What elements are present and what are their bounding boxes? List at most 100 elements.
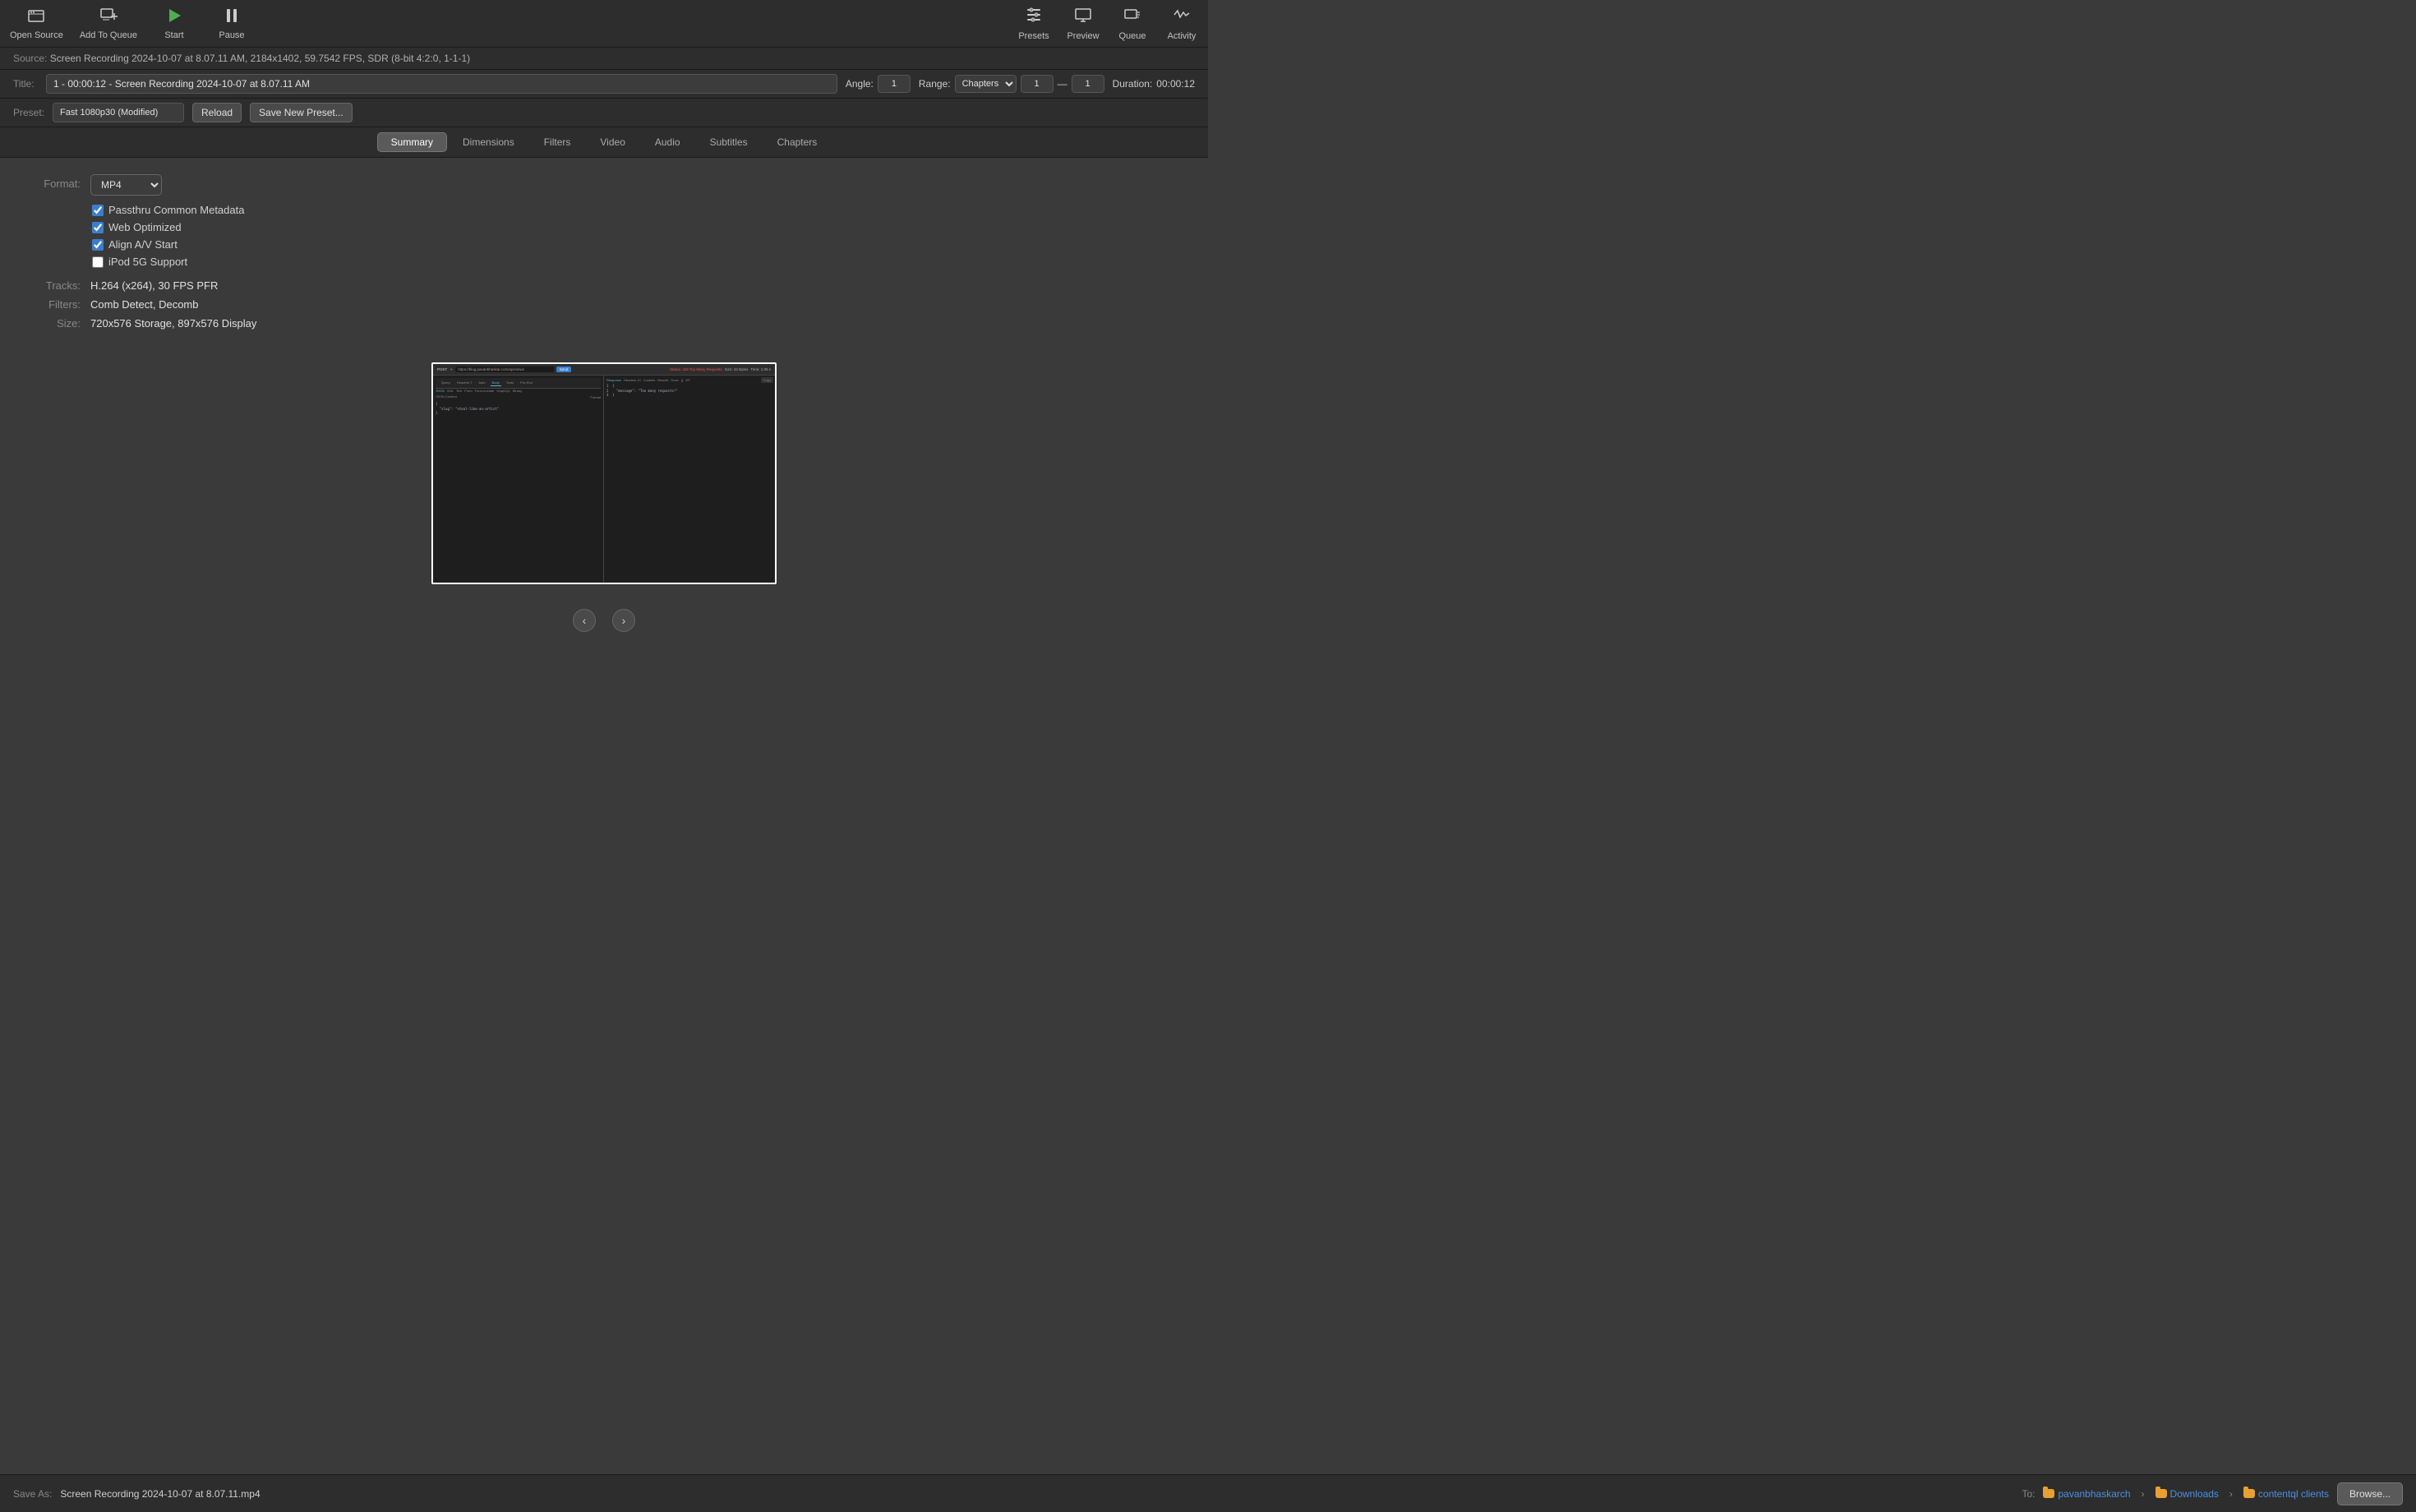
checkbox-web-optimized[interactable]: Web Optimized: [92, 221, 244, 233]
api-resp-tab-response: Response: [606, 378, 621, 382]
path-folder-1: pavanbhaskarch: [2043, 1488, 2130, 1500]
api-top-bar: POST ▼ https://blog.pavanbhaskar.com/api…: [433, 364, 775, 376]
save-filename: Screen Recording 2024-10-07 at 8.07.11.m…: [60, 1488, 1997, 1500]
api-body: Query Headers 7 Auth Body Tests Pre-Run …: [433, 376, 775, 583]
toolbar: Open Source Add To Queue Start Pause: [0, 0, 1208, 48]
presets-icon: [1025, 6, 1043, 29]
preset-select[interactable]: Fast 1080p30 (Modified): [53, 103, 184, 122]
preset-label: Preset:: [13, 107, 44, 118]
pause-button[interactable]: Pause: [211, 7, 252, 40]
queue-icon: [1123, 6, 1141, 29]
activity-button[interactable]: Activity: [1165, 6, 1198, 41]
path-label-2: Downloads: [2170, 1488, 2219, 1500]
save-bar: Save As: Screen Recording 2024-10-07 at …: [0, 1474, 2416, 1512]
checkbox-align-av-label: Align A/V Start: [108, 238, 178, 251]
api-size: Size: 42 Bytes: [725, 367, 749, 371]
browse-button[interactable]: Browse...: [2337, 1482, 2403, 1505]
folder-icon-1: [2043, 1489, 2054, 1498]
path-folder-3: contentql clients: [2243, 1488, 2329, 1500]
api-tab-query: Query: [440, 380, 452, 386]
save-new-preset-button[interactable]: Save New Preset...: [250, 103, 353, 122]
preview-frame: POST ▼ https://blog.pavanbhaskar.com/api…: [431, 362, 777, 584]
filters-label: Filters:: [25, 298, 90, 311]
api-subtab-xml: XML: [447, 389, 454, 393]
tab-video[interactable]: Video: [586, 132, 639, 152]
checkbox-passthru-input[interactable]: [92, 205, 104, 216]
to-label: To:: [2022, 1488, 2035, 1500]
range-from[interactable]: [1021, 75, 1054, 93]
activity-label: Activity: [1168, 31, 1196, 41]
tab-bar: Summary Dimensions Filters Video Audio S…: [0, 127, 1208, 158]
activity-icon: [1173, 6, 1191, 29]
angle-label: Angle:: [846, 78, 874, 90]
source-label: Source:: [13, 53, 47, 64]
preview-area: POST ▼ https://blog.pavanbhaskar.com/api…: [25, 346, 1183, 601]
checkbox-web-optimized-input[interactable]: [92, 222, 104, 233]
path-label-3: contentql clients: [2258, 1488, 2329, 1500]
api-tabs-row: Query Headers 7 Auth Body Tests Pre-Run: [436, 378, 601, 389]
api-request-code: { "slug": "steal-like-an-artist" }: [436, 402, 601, 416]
api-resp-tab-cookies: Cookies: [643, 378, 655, 382]
prev-arrow[interactable]: ‹: [573, 609, 596, 632]
checkbox-ipod-input[interactable]: [92, 256, 104, 268]
pause-label: Pause: [219, 30, 244, 40]
navigation-arrows: ‹ ›: [25, 601, 1183, 640]
open-source-label: Open Source: [10, 30, 63, 40]
tab-audio[interactable]: Audio: [641, 132, 694, 152]
toolbar-right: Presets Preview Queue: [1017, 6, 1198, 41]
api-status: Status: 429 Too Many Requests: [670, 367, 722, 371]
preview-button[interactable]: Preview: [1067, 6, 1100, 41]
checkbox-group: Passthru Common Metadata Web Optimized A…: [92, 204, 244, 268]
tab-summary[interactable]: Summary: [377, 132, 447, 152]
start-button[interactable]: Start: [154, 7, 195, 40]
api-subtab-formencode: Form-encode: [475, 389, 495, 393]
api-url: https://blog.pavanbhaskar.com/api/views: [455, 366, 554, 372]
api-tab-auth: Auth: [477, 380, 486, 386]
folder-icon-2: [2155, 1489, 2167, 1498]
checkbox-align-av[interactable]: Align A/V Start: [92, 238, 244, 251]
tab-subtitles[interactable]: Subtitles: [696, 132, 762, 152]
add-to-queue-icon: [99, 7, 118, 28]
filters-value: Comb Detect, Decomb: [90, 298, 199, 311]
folder-icon-3: [2243, 1489, 2255, 1498]
range-to[interactable]: [1072, 75, 1104, 93]
api-tab-body: Body: [491, 380, 501, 386]
api-copy-button[interactable]: Copy: [761, 377, 773, 383]
api-tab-tests: Tests: [505, 380, 515, 386]
range-area: Range: Chapters Seconds Frames —: [919, 75, 1104, 93]
queue-button[interactable]: Queue: [1116, 6, 1149, 41]
api-response-code: 1 { 2 "message": "Too many requests!" 3 …: [606, 384, 772, 398]
title-label: Title:: [13, 78, 38, 90]
api-resp-tab-docs: Docs: [671, 378, 679, 382]
title-input[interactable]: [46, 74, 837, 94]
preview-label: Preview: [1067, 31, 1099, 41]
next-arrow[interactable]: ›: [612, 609, 635, 632]
size-label: Size:: [25, 317, 90, 330]
api-subtab-graphql: GraphQL: [496, 389, 509, 393]
open-source-button[interactable]: Open Source: [10, 7, 63, 40]
checkbox-align-av-input[interactable]: [92, 239, 104, 251]
tab-chapters[interactable]: Chapters: [763, 132, 832, 152]
api-sub-tabs: JSON XML Text Form Form-encode GraphQL B…: [436, 389, 601, 393]
source-value: Screen Recording 2024-10-07 at 8.07.11 A…: [50, 53, 470, 64]
tab-filters[interactable]: Filters: [530, 132, 585, 152]
api-resp-tab-sp: SP: [685, 378, 689, 382]
checkbox-passthru[interactable]: Passthru Common Metadata: [92, 204, 244, 216]
tab-dimensions[interactable]: Dimensions: [449, 132, 528, 152]
add-to-queue-label: Add To Queue: [80, 30, 137, 40]
queue-label: Queue: [1118, 31, 1146, 41]
presets-button[interactable]: Presets: [1017, 6, 1050, 41]
checkbox-ipod[interactable]: iPod 5G Support: [92, 256, 244, 268]
angle-spinner[interactable]: [878, 75, 911, 93]
api-response-tabs: Response Headers 10 Cookies Results Docs…: [606, 378, 772, 382]
api-resp-tab-braces: {}: [681, 378, 684, 382]
range-select[interactable]: Chapters Seconds Frames: [955, 75, 1017, 93]
add-to-queue-button[interactable]: Add To Queue: [80, 7, 137, 40]
checkbox-web-optimized-label: Web Optimized: [108, 221, 182, 233]
duration-label: Duration:: [1113, 78, 1153, 90]
format-select[interactable]: MP4 MKV WebM: [90, 174, 162, 196]
tracks-value: H.264 (x264), 30 FPS PFR: [90, 279, 218, 292]
api-left-panel: Query Headers 7 Auth Body Tests Pre-Run …: [433, 376, 604, 583]
checkbox-passthru-label: Passthru Common Metadata: [108, 204, 244, 216]
reload-button[interactable]: Reload: [192, 103, 242, 122]
